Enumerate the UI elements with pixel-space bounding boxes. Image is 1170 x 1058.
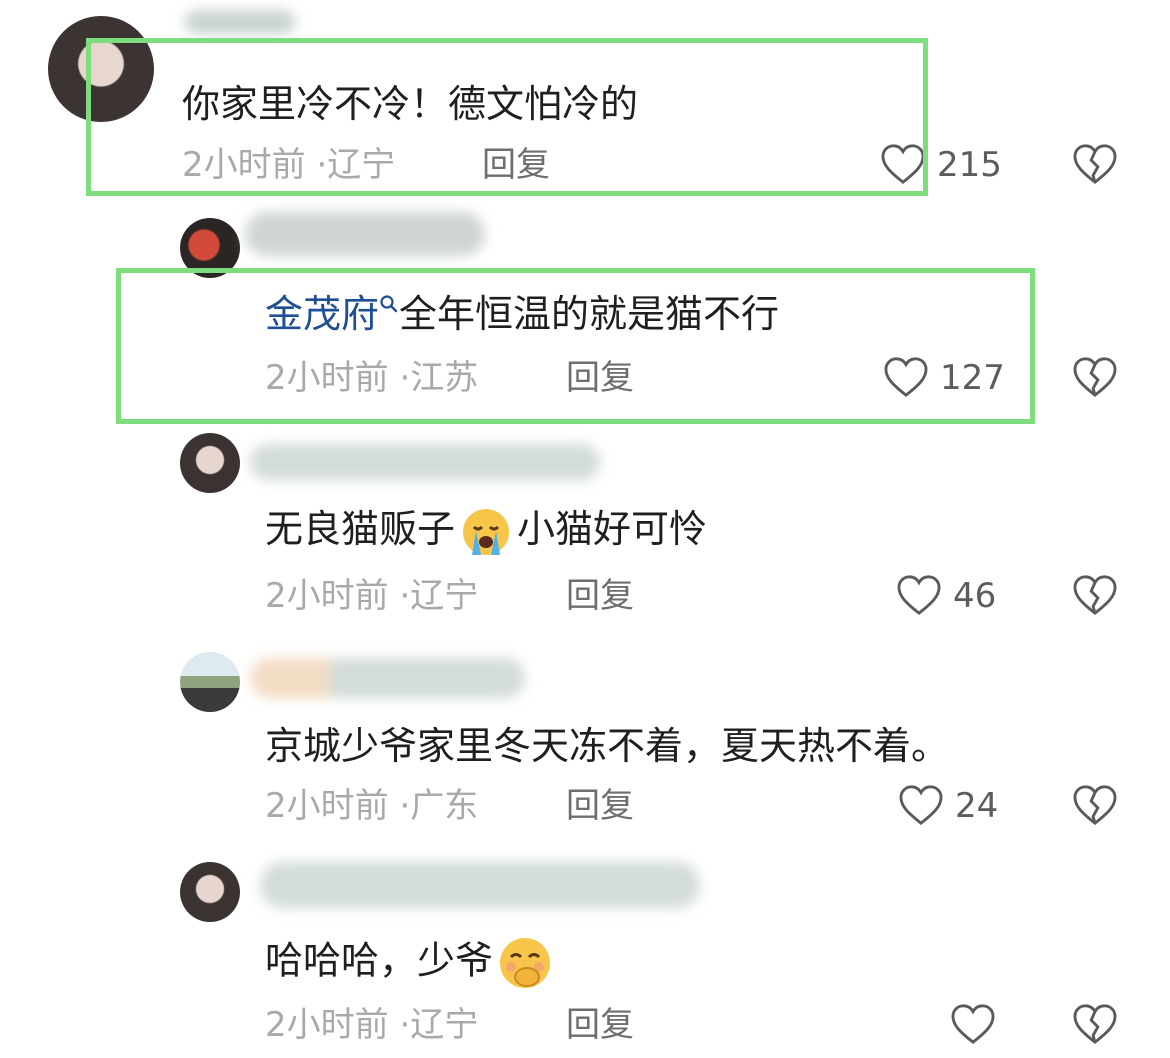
avatar[interactable] (180, 862, 240, 922)
comment-time: 2小时前 (265, 786, 389, 826)
meta-separator: · (399, 1005, 411, 1045)
reply-button[interactable]: 回复 (566, 786, 634, 826)
highlight-box (116, 268, 1035, 424)
comment-time: 2小时前 (265, 576, 389, 616)
broken-heart-icon[interactable] (1072, 784, 1118, 826)
comment-body-2: 小猫好可怜 (517, 507, 708, 551)
broken-heart-icon[interactable] (1072, 143, 1118, 185)
avatar[interactable] (180, 652, 240, 712)
broken-heart-icon[interactable] (1072, 1003, 1118, 1045)
broken-heart-icon[interactable] (1072, 356, 1118, 398)
crying-face-icon (463, 508, 510, 555)
meta-separator: · (399, 786, 411, 826)
comment-location: 广东 (410, 786, 479, 826)
like-count: 24 (955, 786, 999, 826)
meta-separator: · (399, 576, 411, 616)
smirking-face-icon (500, 938, 551, 988)
comment-text: 京城少爷家里冬天冻不着，夏天热不着。 (265, 724, 950, 768)
reply-button[interactable]: 回复 (566, 1005, 634, 1045)
comment-meta: 2小时前 ·辽宁 (265, 576, 478, 616)
reply-button[interactable]: 回复 (566, 576, 634, 616)
heart-outline-icon[interactable] (896, 574, 942, 616)
username-blurred[interactable] (260, 862, 700, 908)
comment-location: 辽宁 (410, 576, 479, 616)
avatar[interactable] (180, 433, 240, 493)
username-blurred[interactable] (185, 10, 295, 34)
username-blurred[interactable] (250, 444, 600, 480)
comment-body: 哈哈哈，少爷 (265, 938, 494, 983)
like-count: 46 (953, 576, 997, 616)
comment-meta: 2小时前 ·广东 (265, 786, 478, 826)
comment-text: 无良猫贩子 小猫好可怜 (265, 505, 707, 557)
comment-time: 2小时前 (265, 1005, 389, 1045)
heart-outline-icon[interactable] (950, 1003, 996, 1045)
like-count: 215 (937, 145, 1002, 185)
comment-text: 哈哈哈，少爷 (265, 935, 553, 991)
broken-heart-icon[interactable] (1072, 574, 1118, 616)
comment-body: 无良猫贩子 (265, 507, 456, 551)
username-blurred[interactable] (250, 658, 525, 698)
comment-location: 辽宁 (410, 1005, 479, 1045)
comment-meta: 2小时前 ·辽宁 (265, 1005, 478, 1045)
username-blurred[interactable] (245, 212, 485, 256)
highlight-box (86, 38, 928, 196)
heart-outline-icon[interactable] (898, 784, 944, 826)
